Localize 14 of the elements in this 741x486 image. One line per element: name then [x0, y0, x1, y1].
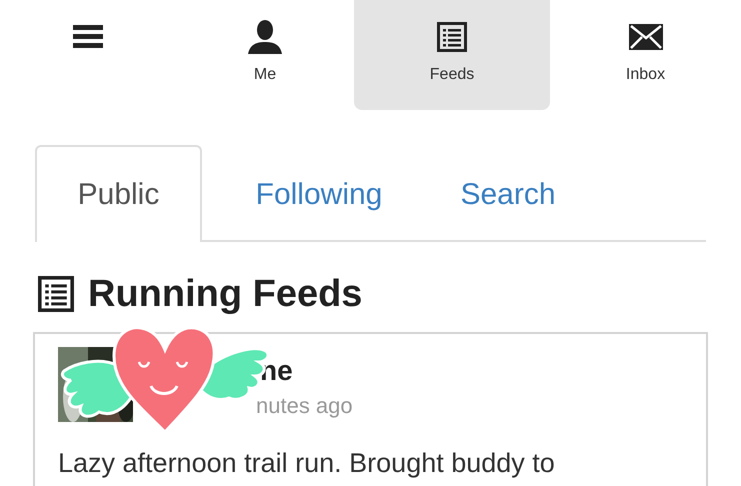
tab[interactable]: Public — [35, 145, 202, 242]
tab[interactable]: Following — [202, 145, 436, 242]
tab[interactable]: Search — [436, 145, 580, 242]
nav-tab[interactable]: Me — [176, 0, 354, 110]
list-icon — [437, 22, 467, 52]
menu-icon[interactable] — [73, 24, 103, 50]
person-icon — [248, 20, 282, 54]
section-heading: Running Feeds — [88, 272, 362, 316]
list-icon — [38, 276, 74, 312]
nav-tab[interactable]: Feeds — [354, 0, 550, 110]
mail-icon — [628, 24, 662, 50]
nav-tab[interactable]: Inbox — [550, 0, 741, 110]
post-text: Lazy afternoon trail run. Brought buddy to — [58, 448, 556, 479]
post-time: nutes ago — [256, 393, 353, 419]
